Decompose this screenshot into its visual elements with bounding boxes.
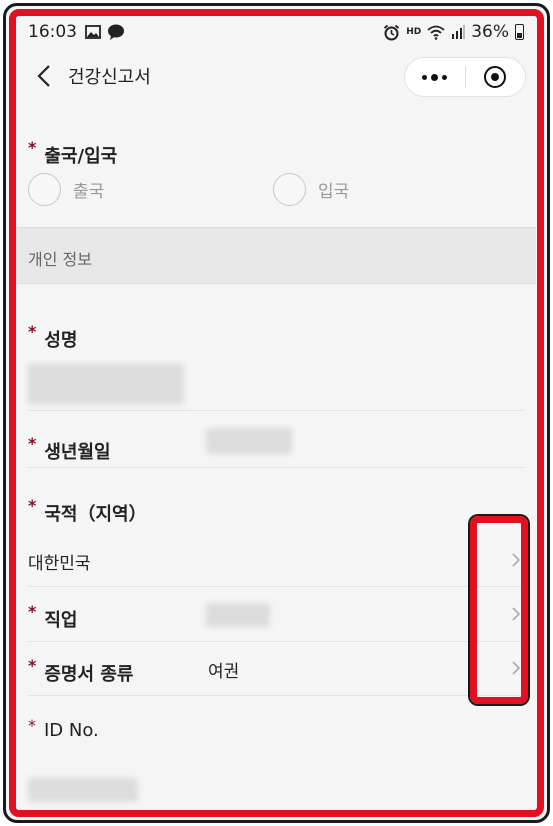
image-icon (85, 25, 101, 39)
talk-icon (108, 24, 124, 40)
birthdate-input-redacted[interactable] (206, 428, 292, 454)
nationality-label: * 국적（지역） (28, 496, 147, 526)
divider (28, 695, 524, 696)
nav-header: 건강신고서 (16, 48, 536, 104)
nationality-value: 대한민국 (28, 554, 91, 574)
personal-info-section-title: 개인 정보 (28, 250, 92, 269)
required-mark: * (28, 716, 36, 735)
name-label-text: 성명 (44, 330, 78, 351)
radio-arrival[interactable]: 입국 (273, 173, 349, 206)
name-input-redacted[interactable] (28, 364, 184, 404)
nationality-label-text: 국적（지역） (44, 504, 147, 525)
back-button[interactable] (22, 54, 66, 98)
device-frame: 16:03 HD 36% 건강신고서 * 출국/입국 출국 입국 개인 정보 *… (3, 3, 550, 823)
occupation-label-text: 직업 (44, 610, 78, 631)
chevron-left-icon (37, 65, 50, 87)
mini-program-capsule (404, 57, 526, 97)
page-title: 건강신고서 (68, 67, 151, 88)
required-mark: * (28, 602, 37, 621)
radio-circle (273, 173, 306, 206)
name-label: * 성명 (28, 322, 78, 352)
more-dots-icon (422, 73, 448, 81)
network-type: HD (406, 27, 422, 37)
status-bar: 16:03 HD 36% (16, 16, 536, 48)
radio-departure-label: 출국 (73, 182, 105, 202)
occupation-label: * 직업 (28, 602, 78, 632)
alarm-icon (384, 24, 400, 40)
certificate-type-value: 여권 (208, 662, 240, 682)
status-time: 16:03 (28, 22, 77, 42)
required-mark: * (28, 656, 37, 675)
occupation-value-redacted (206, 603, 270, 627)
close-mini-program-button[interactable] (465, 58, 525, 96)
highlight-outer-border: 16:03 HD 36% 건강신고서 * 출국/입국 출국 입국 개인 정보 *… (9, 9, 544, 817)
birthdate-label-text: 생년월일 (44, 442, 111, 463)
more-button[interactable] (405, 58, 465, 96)
battery-percent: 36% (471, 22, 509, 42)
travel-direction-label-text: 출국/입국 (44, 146, 118, 167)
certificate-type-label-text: 증명서 종류 (44, 664, 134, 685)
required-mark: * (28, 496, 37, 515)
certificate-type-label: * 증명서 종류 (28, 656, 134, 686)
id-number-label-text: ID No. (44, 720, 99, 741)
birthdate-label: * 생년월일 (28, 434, 111, 464)
chevron-right-icon (508, 658, 524, 678)
required-mark: * (28, 322, 37, 341)
divider (28, 410, 524, 411)
personal-info-section-header: 개인 정보 (16, 227, 536, 284)
divider (28, 467, 524, 468)
screen: 16:03 HD 36% 건강신고서 * 출국/입국 출국 입국 개인 정보 *… (16, 16, 536, 810)
required-mark: * (28, 434, 37, 453)
target-icon (484, 66, 507, 88)
wifi-icon (427, 25, 445, 40)
chevron-right-icon (508, 604, 524, 624)
id-number-input-redacted[interactable] (28, 778, 138, 802)
chevron-right-icon (508, 550, 524, 570)
divider (28, 586, 524, 587)
radio-circle (28, 173, 61, 206)
signal-icon (452, 25, 466, 39)
divider (28, 641, 524, 642)
battery-icon (515, 24, 524, 40)
travel-direction-label: * 출국/입국 (28, 138, 118, 168)
id-number-label: * ID No. (28, 716, 99, 741)
radio-arrival-label: 입국 (318, 182, 350, 202)
required-mark: * (28, 138, 37, 157)
radio-departure[interactable]: 출국 (28, 173, 104, 206)
